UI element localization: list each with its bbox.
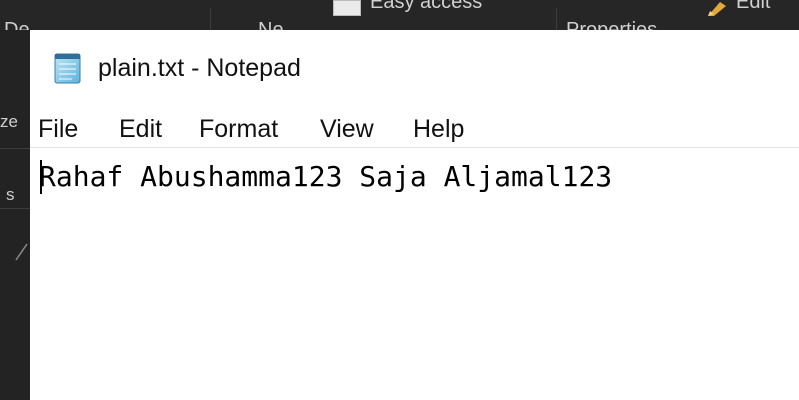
divider — [0, 208, 30, 209]
background-ribbon-fragment: Ne — [258, 19, 284, 30]
background-left-fragment: s — [6, 185, 15, 204]
window-title: plain.txt - Notepad — [98, 54, 301, 82]
menu-view[interactable]: View — [320, 112, 374, 146]
notepad-window: plain.txt - Notepad File Edit Format Vie… — [30, 30, 799, 400]
menu-format[interactable]: Format — [199, 112, 278, 146]
background-ribbon-separator — [210, 8, 211, 30]
title-bar[interactable]: plain.txt - Notepad — [30, 30, 799, 108]
menu-file[interactable]: File — [38, 112, 78, 146]
divider — [0, 148, 30, 149]
background-ribbon-fragment: De — [4, 19, 30, 30]
menu-bar: File Edit Format View Help — [30, 112, 799, 146]
notepad-icon — [54, 53, 81, 84]
edit-icon — [708, 2, 726, 16]
background-ribbon-fragment: Edit — [736, 0, 771, 13]
screen: De Ne Easy access Properties Edit ze s p… — [0, 0, 799, 400]
background-ribbon-separator — [556, 8, 557, 30]
editor-content: Rahaf Abushamma123 Saja Aljamal123 — [39, 160, 613, 193]
background-ribbon-fragment: Easy access — [370, 0, 483, 13]
text-editor[interactable]: Rahaf Abushamma123 Saja Aljamal123 — [30, 148, 799, 400]
background-left-strip: ze s — [0, 30, 30, 400]
document-icon — [333, 0, 361, 16]
background-explorer-ribbon: De Ne Easy access Properties Edit — [0, 0, 799, 30]
background-ribbon-fragment: Properties — [566, 19, 658, 30]
background-left-fragment: ze — [0, 112, 18, 131]
arrow-fragment-icon — [15, 243, 28, 261]
menu-help[interactable]: Help — [413, 112, 464, 146]
menu-edit[interactable]: Edit — [119, 112, 162, 146]
